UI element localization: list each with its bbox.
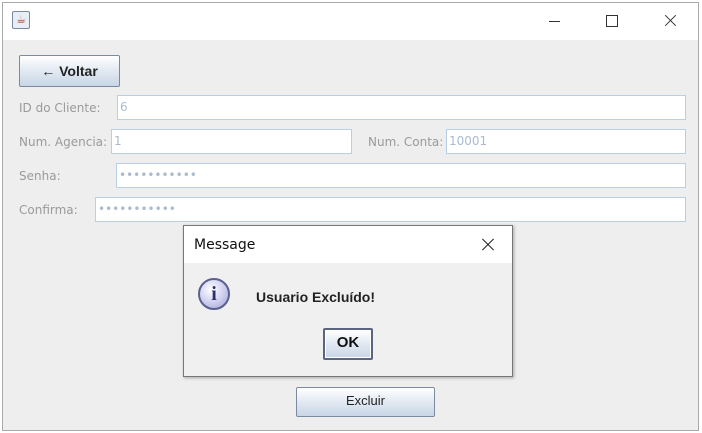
password-label: Senha: <box>19 169 61 183</box>
dialog-close-icon[interactable] <box>479 236 497 254</box>
java-cup-icon: ☕ <box>12 11 30 29</box>
close-window-button[interactable] <box>656 9 684 33</box>
account-field[interactable]: 10001 <box>446 129 686 154</box>
client-id-label: ID do Cliente: <box>19 101 101 115</box>
info-icon: i <box>198 278 230 310</box>
message-dialog: Message i Usuario Excluído! OK <box>183 225 513 377</box>
confirm-password-field[interactable]: ••••••••••• <box>95 197 686 222</box>
dialog-message: Usuario Excluído! <box>256 289 376 305</box>
maximize-button[interactable] <box>598 9 626 33</box>
confirm-label: Confirma: <box>19 203 78 217</box>
client-id-field[interactable]: 6 <box>117 95 686 120</box>
dialog-title: Message <box>194 237 256 253</box>
delete-button[interactable]: Excluir <box>296 387 435 417</box>
agency-label: Num. Agencia: <box>19 135 108 149</box>
agency-field[interactable]: 1 <box>111 129 352 154</box>
dialog-title-bar: Message <box>184 226 512 263</box>
back-button[interactable]: ← Voltar <box>19 55 120 87</box>
title-bar: ☕ <box>3 3 698 40</box>
ok-button[interactable]: OK <box>323 328 373 360</box>
password-field[interactable]: ••••••••••• <box>116 163 686 188</box>
minimize-button[interactable] <box>541 9 569 33</box>
account-label: Num. Conta: <box>368 135 444 149</box>
